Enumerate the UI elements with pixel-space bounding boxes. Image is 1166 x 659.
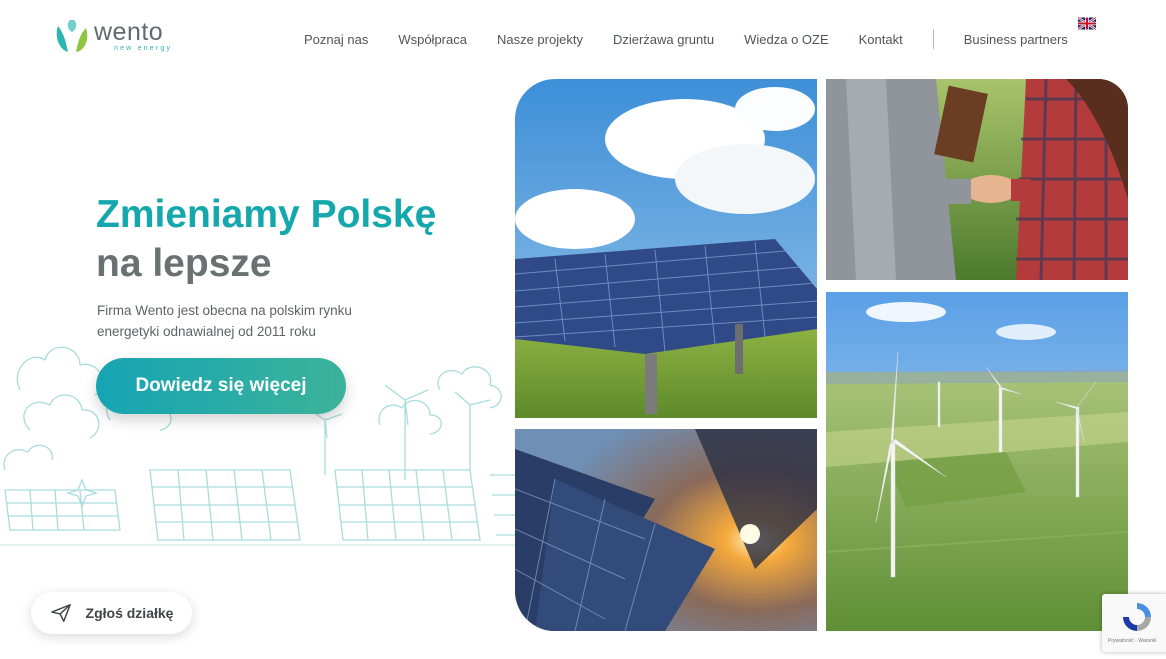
nav-divider [932, 29, 934, 49]
hero-photo-grid [515, 79, 1128, 631]
brand-tagline: new energy [114, 45, 173, 52]
nav-item-poznaj-nas[interactable]: Poznaj nas [304, 32, 368, 47]
recaptcha-badge[interactable]: Prywatność - Warunki [1102, 594, 1166, 652]
main-nav: Poznaj nas Współpraca Nasze projekty Dzi… [304, 29, 1068, 49]
recaptcha-icon [1123, 603, 1151, 631]
brand-name: wento [94, 18, 164, 46]
handshake-photo [826, 79, 1128, 280]
uk-flag-icon[interactable] [1078, 17, 1096, 30]
recaptcha-text: Prywatność - Warunki [1108, 638, 1157, 644]
solar-farm-photo [515, 79, 817, 418]
report-plot-button[interactable]: Zgłoś działkę [31, 592, 192, 634]
nav-item-wiedza-o-oze[interactable]: Wiedza o OZE [744, 32, 829, 47]
hero-title-line1: Zmieniamy Polskę [96, 193, 437, 236]
nav-item-dzierzawa-gruntu[interactable]: Dzierżawa gruntu [613, 32, 714, 47]
nav-item-kontakt[interactable]: Kontakt [859, 32, 903, 47]
wind-farm-photo [826, 292, 1128, 631]
nav-item-business-partners[interactable]: Business partners [964, 32, 1068, 47]
hero-subtitle: Firma Wento jest obecna na polskim rynku… [97, 303, 352, 339]
paper-plane-icon [50, 604, 71, 622]
nav-item-wspolpraca[interactable]: Współpraca [398, 32, 467, 47]
wento-logo-icon [56, 20, 88, 52]
learn-more-button[interactable]: Dowiedz się więcej [96, 358, 346, 414]
sunset-solar-panels-photo [515, 429, 817, 631]
brand-logo[interactable]: wento new energy [52, 12, 182, 60]
report-plot-label: Zgłoś działkę [85, 605, 174, 621]
nav-item-nasze-projekty[interactable]: Nasze projekty [497, 32, 583, 47]
hero-title-line2: na lepsze [96, 242, 272, 285]
